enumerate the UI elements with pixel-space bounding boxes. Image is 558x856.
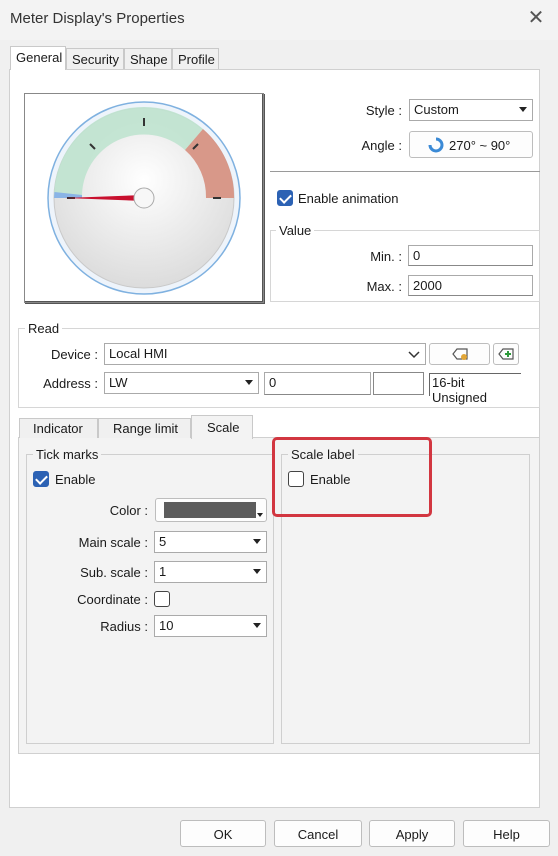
chevron-down-icon (245, 380, 253, 385)
tab-range-limit[interactable]: Range limit (98, 418, 191, 438)
help-button[interactable]: Help (463, 820, 550, 847)
tab-indicator[interactable]: Indicator (19, 418, 98, 438)
color-picker[interactable] (155, 498, 267, 522)
highlight-box (272, 437, 432, 517)
enable-animation-checkbox[interactable] (277, 190, 293, 206)
address-input[interactable]: 0 (264, 372, 371, 395)
read-group-title: Read (25, 321, 63, 336)
tab-shape[interactable]: Shape (124, 48, 172, 70)
style-select[interactable]: Custom (409, 99, 533, 121)
tick-enable-checkbox[interactable] (33, 471, 49, 487)
device-settings-button[interactable] (429, 343, 490, 365)
angle-label: Angle : (361, 138, 402, 153)
max-input[interactable]: 2000 (408, 275, 533, 296)
radius-value: 10 (159, 618, 174, 633)
device-label: Device : (51, 347, 98, 362)
apply-button[interactable]: Apply (369, 820, 455, 847)
chevron-down-icon (408, 351, 420, 359)
chevron-down-icon (519, 107, 527, 112)
ok-button[interactable]: OK (180, 820, 266, 847)
cancel-button[interactable]: Cancel (274, 820, 362, 847)
meter-preview (24, 93, 264, 303)
radius-select[interactable]: 10 (154, 615, 267, 637)
value-group-title: Value (276, 223, 315, 238)
coordinate-label: Coordinate : (77, 592, 148, 607)
device-select[interactable]: Local HMI (104, 343, 426, 365)
meter-gauge-image (47, 101, 241, 295)
min-label: Min. : (370, 249, 402, 264)
color-label: Color : (109, 503, 148, 518)
chevron-down-icon (257, 513, 263, 517)
address-type-value: LW (109, 375, 128, 390)
chevron-down-icon (253, 539, 261, 544)
enable-animation-label: Enable animation (298, 191, 399, 206)
tick-enable-label: Enable (55, 472, 96, 487)
min-input[interactable]: 0 (408, 245, 533, 266)
angle-value: 270° ~ 90° (449, 138, 511, 153)
divider (270, 171, 540, 172)
main-scale-select[interactable]: 5 (154, 531, 267, 553)
tag-icon (452, 348, 468, 360)
color-swatch (164, 502, 256, 518)
tick-marks-title: Tick marks (33, 447, 102, 462)
main-scale-value: 5 (159, 534, 167, 549)
tab-scale[interactable]: Scale (191, 415, 253, 439)
sub-scale-select[interactable]: 1 (154, 561, 267, 583)
address-label: Address : (43, 376, 98, 391)
tab-security[interactable]: Security (66, 48, 124, 70)
style-label: Style : (365, 103, 402, 118)
sub-scale-value: 1 (159, 564, 167, 579)
max-label: Max. : (366, 279, 402, 294)
main-scale-label: Main scale : (78, 535, 148, 550)
address-type-select[interactable]: LW (104, 372, 259, 394)
sub-scale-label: Sub. scale : (80, 565, 148, 580)
angle-button[interactable]: 270° ~ 90° (409, 131, 533, 158)
tab-profile[interactable]: Profile (172, 48, 219, 70)
coordinate-checkbox[interactable] (154, 591, 170, 607)
close-icon[interactable]: ✕ (526, 8, 546, 28)
add-tag-icon (498, 348, 514, 360)
data-type-label: 16-bit Unsigned (429, 373, 521, 405)
device-value: Local HMI (109, 346, 168, 361)
add-tag-button[interactable] (493, 343, 519, 365)
tab-general[interactable]: General (10, 46, 66, 70)
style-value: Custom (414, 102, 459, 117)
address-extra-input[interactable] (373, 372, 424, 395)
chevron-down-icon (253, 569, 261, 574)
radius-label: Radius : (100, 619, 148, 634)
window-title: Meter Display's Properties (10, 10, 185, 27)
angle-arc-icon (428, 137, 444, 153)
chevron-down-icon (253, 623, 261, 628)
